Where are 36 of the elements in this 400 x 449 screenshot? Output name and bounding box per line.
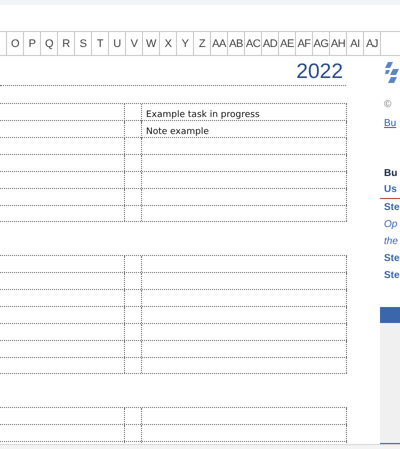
column-header[interactable]: U bbox=[109, 32, 126, 55]
column-header[interactable]: V bbox=[126, 32, 143, 55]
column-header[interactable]: AJ bbox=[364, 32, 381, 55]
column-header[interactable]: W bbox=[143, 32, 160, 55]
note-text: Example task in progress bbox=[145, 110, 260, 120]
option-text: Op bbox=[384, 218, 398, 232]
column-header[interactable]: AA bbox=[211, 32, 228, 55]
column-header[interactable]: AC bbox=[245, 32, 262, 55]
copyright-text: © bbox=[384, 98, 392, 112]
panel-tab[interactable]: Us bbox=[384, 182, 397, 198]
year-title: 2022 bbox=[296, 60, 343, 84]
column-header[interactable]: Y bbox=[177, 32, 194, 55]
column-header[interactable]: Z bbox=[194, 32, 211, 55]
column-header[interactable]: O bbox=[7, 32, 24, 55]
column-header[interactable]: T bbox=[92, 32, 109, 55]
column-header[interactable]: AI bbox=[347, 32, 364, 55]
column-header[interactable]: X bbox=[160, 32, 177, 55]
column-header[interactable]: P bbox=[24, 32, 41, 55]
column-header[interactable]: AH bbox=[330, 32, 347, 55]
panel-header-bar bbox=[380, 307, 400, 323]
column-header[interactable]: S bbox=[75, 32, 92, 55]
column-header[interactable]: AD bbox=[262, 32, 279, 55]
option-text: the bbox=[384, 235, 399, 249]
logo-icon bbox=[385, 62, 399, 84]
column-header[interactable]: AB bbox=[228, 32, 245, 55]
step-text: Ste bbox=[384, 252, 400, 266]
step-text: Ste bbox=[384, 269, 400, 283]
panel-heading: Bu bbox=[384, 167, 398, 181]
panel-link[interactable]: Bu bbox=[384, 116, 400, 132]
step-text: Ste bbox=[384, 201, 400, 215]
column-header[interactable]: AF bbox=[296, 32, 313, 55]
column-header[interactable]: AE bbox=[279, 32, 296, 55]
note-text: Note example bbox=[145, 127, 209, 137]
column-header[interactable]: R bbox=[58, 32, 75, 55]
column-header[interactable]: AG bbox=[313, 32, 330, 55]
column-header[interactable]: Q bbox=[41, 32, 58, 55]
